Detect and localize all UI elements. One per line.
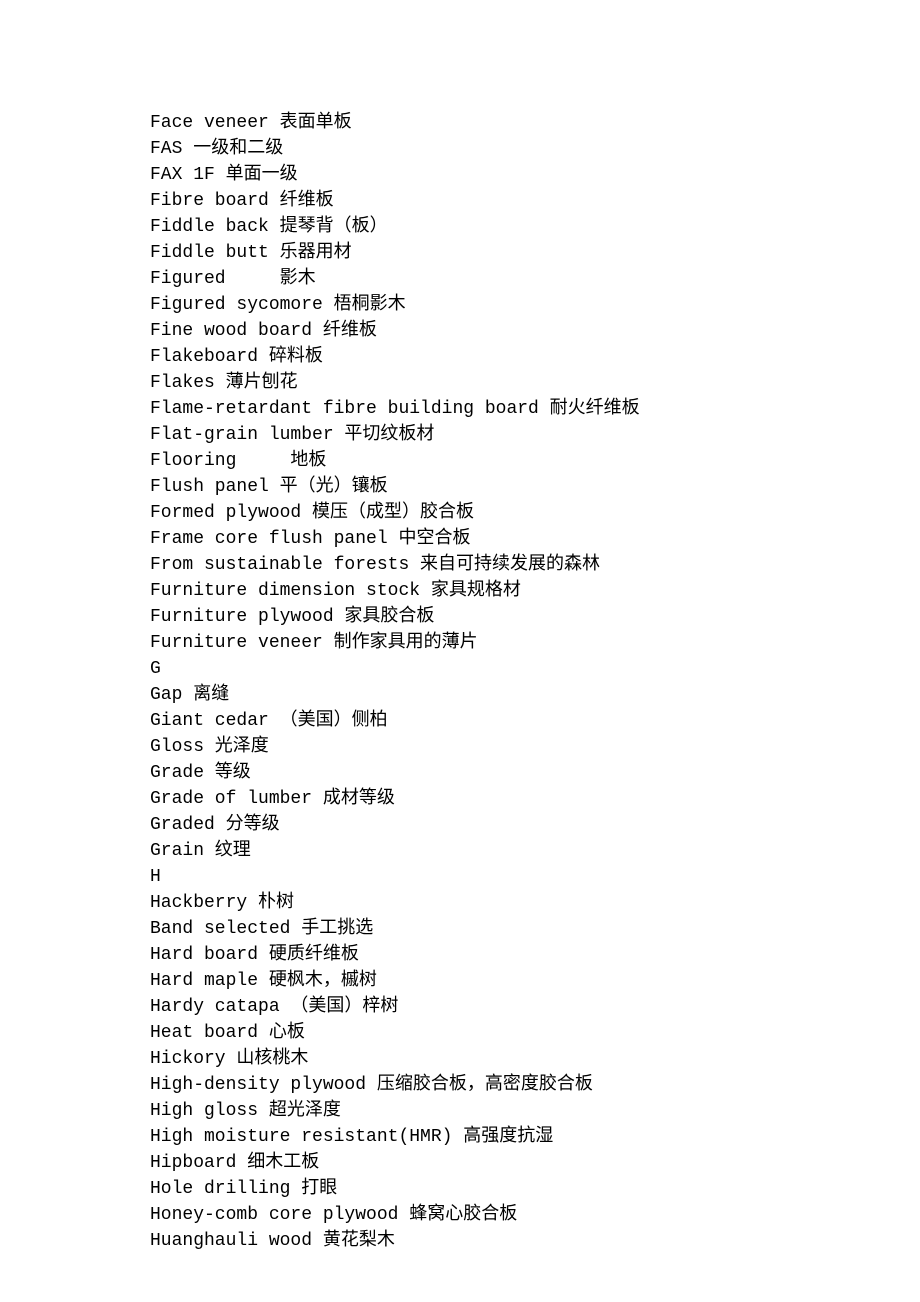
glossary-line: Grade 等级 [150, 760, 770, 786]
glossary-line: Furniture dimension stock 家具规格材 [150, 578, 770, 604]
glossary-line: H [150, 864, 770, 890]
glossary-line: Face veneer 表面单板 [150, 110, 770, 136]
glossary-line: Hardy catapa （美国）梓树 [150, 994, 770, 1020]
glossary-line: Figured sycomore 梧桐影木 [150, 292, 770, 318]
glossary-line: Hickory 山核桃木 [150, 1046, 770, 1072]
glossary-line: Gloss 光泽度 [150, 734, 770, 760]
glossary-line: Graded 分等级 [150, 812, 770, 838]
glossary-line: High-density plywood 压缩胶合板，高密度胶合板 [150, 1072, 770, 1098]
glossary-line: Hipboard 细木工板 [150, 1150, 770, 1176]
glossary-line: From sustainable forests 来自可持续发展的森林 [150, 552, 770, 578]
glossary-line: Flakeboard 碎料板 [150, 344, 770, 370]
glossary-line: FAX 1F 单面一级 [150, 162, 770, 188]
glossary-line: Heat board 心板 [150, 1020, 770, 1046]
glossary-line: Fibre board 纤维板 [150, 188, 770, 214]
glossary-line: Fiddle back 提琴背（板） [150, 214, 770, 240]
glossary-line: High gloss 超光泽度 [150, 1098, 770, 1124]
glossary-line: Flakes 薄片刨花 [150, 370, 770, 396]
glossary-line: High moisture resistant(HMR) 高强度抗湿 [150, 1124, 770, 1150]
glossary-line: Honey-comb core plywood 蜂窝心胶合板 [150, 1202, 770, 1228]
glossary-line: Grain 纹理 [150, 838, 770, 864]
glossary-line: Furniture veneer 制作家具用的薄片 [150, 630, 770, 656]
glossary-line: Flooring 地板 [150, 448, 770, 474]
glossary-line: Huanghauli wood 黄花梨木 [150, 1228, 770, 1254]
glossary-line: Flush panel 平（光）镶板 [150, 474, 770, 500]
glossary-line: Hackberry 朴树 [150, 890, 770, 916]
glossary-line: Flame-retardant fibre building board 耐火纤… [150, 396, 770, 422]
glossary-line: FAS 一级和二级 [150, 136, 770, 162]
document-page: Face veneer 表面单板FAS 一级和二级FAX 1F 单面一级Fibr… [0, 0, 770, 1254]
glossary-line: Hard maple 硬枫木，槭树 [150, 968, 770, 994]
glossary-line: Furniture plywood 家具胶合板 [150, 604, 770, 630]
glossary-line: Flat-grain lumber 平切纹板材 [150, 422, 770, 448]
glossary-line: Gap 离缝 [150, 682, 770, 708]
glossary-line: Hard board 硬质纤维板 [150, 942, 770, 968]
glossary-line: Fine wood board 纤维板 [150, 318, 770, 344]
glossary-line: Hole drilling 打眼 [150, 1176, 770, 1202]
glossary-line: Giant cedar （美国）侧柏 [150, 708, 770, 734]
glossary-line: G [150, 656, 770, 682]
glossary-line: Grade of lumber 成材等级 [150, 786, 770, 812]
glossary-line: Figured 影木 [150, 266, 770, 292]
glossary-line: Formed plywood 模压（成型）胶合板 [150, 500, 770, 526]
glossary-line: Band selected 手工挑选 [150, 916, 770, 942]
glossary-line: Fiddle butt 乐器用材 [150, 240, 770, 266]
glossary-line: Frame core flush panel 中空合板 [150, 526, 770, 552]
